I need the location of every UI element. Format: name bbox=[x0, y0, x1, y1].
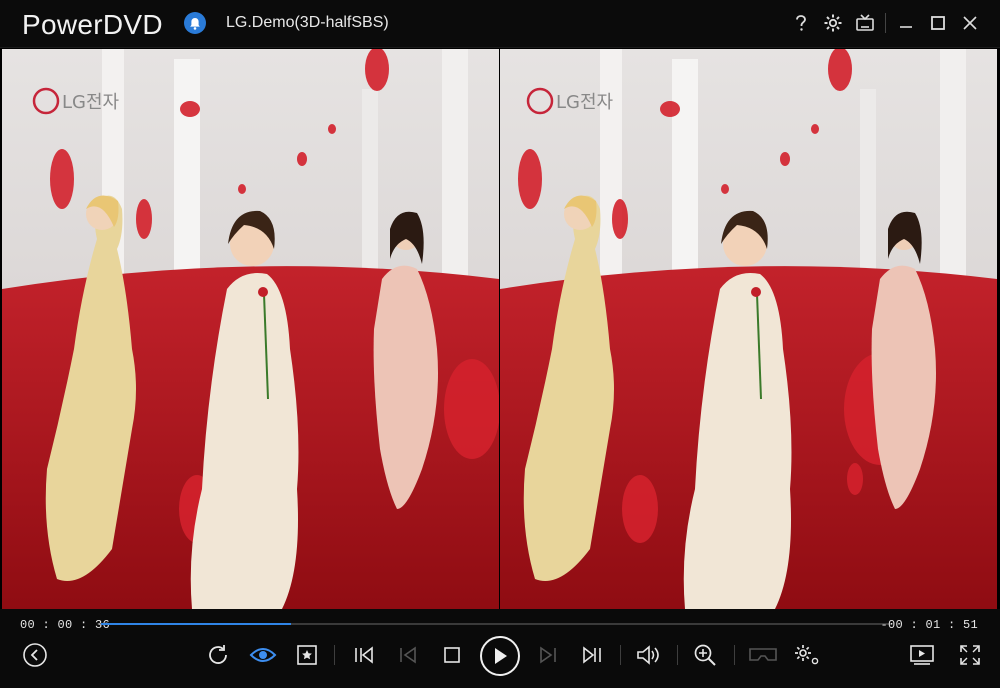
seek-progress bbox=[101, 623, 291, 625]
repeat-icon[interactable] bbox=[203, 640, 233, 670]
close-icon[interactable] bbox=[954, 7, 986, 39]
volume-icon[interactable] bbox=[633, 640, 663, 670]
seek-bar[interactable] bbox=[101, 623, 892, 625]
previous-chapter-icon[interactable] bbox=[349, 640, 379, 670]
divider bbox=[620, 645, 621, 665]
divider bbox=[734, 645, 735, 665]
document-title: LG.Demo(3D-halfSBS) bbox=[226, 14, 389, 31]
back-icon[interactable] bbox=[20, 640, 50, 670]
maximize-icon[interactable] bbox=[922, 7, 954, 39]
elapsed-time: 00 : 00 : 36 bbox=[20, 618, 111, 632]
eye-icon[interactable] bbox=[248, 640, 278, 670]
video-area[interactable]: LG전자 LG전자 bbox=[0, 49, 1000, 609]
notification-bell-icon[interactable] bbox=[184, 12, 206, 34]
control-bar: 00 : 00 : 36 -00 : 01 : 51 bbox=[0, 609, 1000, 688]
zoom-icon[interactable] bbox=[690, 640, 720, 670]
divider bbox=[334, 645, 335, 665]
remaining-time: -00 : 01 : 51 bbox=[880, 618, 978, 632]
divider bbox=[677, 645, 678, 665]
step-forward-icon[interactable] bbox=[533, 640, 563, 670]
minimize-icon[interactable] bbox=[890, 7, 922, 39]
stop-icon[interactable] bbox=[437, 640, 467, 670]
settings-icon[interactable] bbox=[817, 7, 849, 39]
playback-settings-icon[interactable] bbox=[792, 640, 822, 670]
tv-mode-icon[interactable] bbox=[849, 7, 881, 39]
svg-text:LG전자: LG전자 bbox=[62, 92, 120, 113]
play-button[interactable] bbox=[480, 636, 520, 676]
step-back-icon[interactable] bbox=[393, 640, 423, 670]
bookmark-icon[interactable] bbox=[292, 640, 322, 670]
help-icon[interactable] bbox=[785, 7, 817, 39]
video-right-eye: LG전자 bbox=[500, 49, 997, 609]
window-controls bbox=[785, 0, 986, 46]
app-name: PowerDVD bbox=[22, 9, 163, 40]
vr-icon[interactable] bbox=[747, 640, 779, 670]
fullscreen-icon[interactable] bbox=[955, 640, 985, 670]
mini-player-icon[interactable] bbox=[907, 640, 937, 670]
play-icon bbox=[495, 648, 507, 664]
svg-text:LG전자: LG전자 bbox=[556, 92, 614, 113]
video-left-eye: LG전자 bbox=[2, 49, 499, 609]
divider bbox=[885, 13, 886, 33]
next-chapter-icon[interactable] bbox=[577, 640, 607, 670]
title-bar: PowerDVD LG.Demo(3D-halfSBS) bbox=[0, 0, 1000, 48]
